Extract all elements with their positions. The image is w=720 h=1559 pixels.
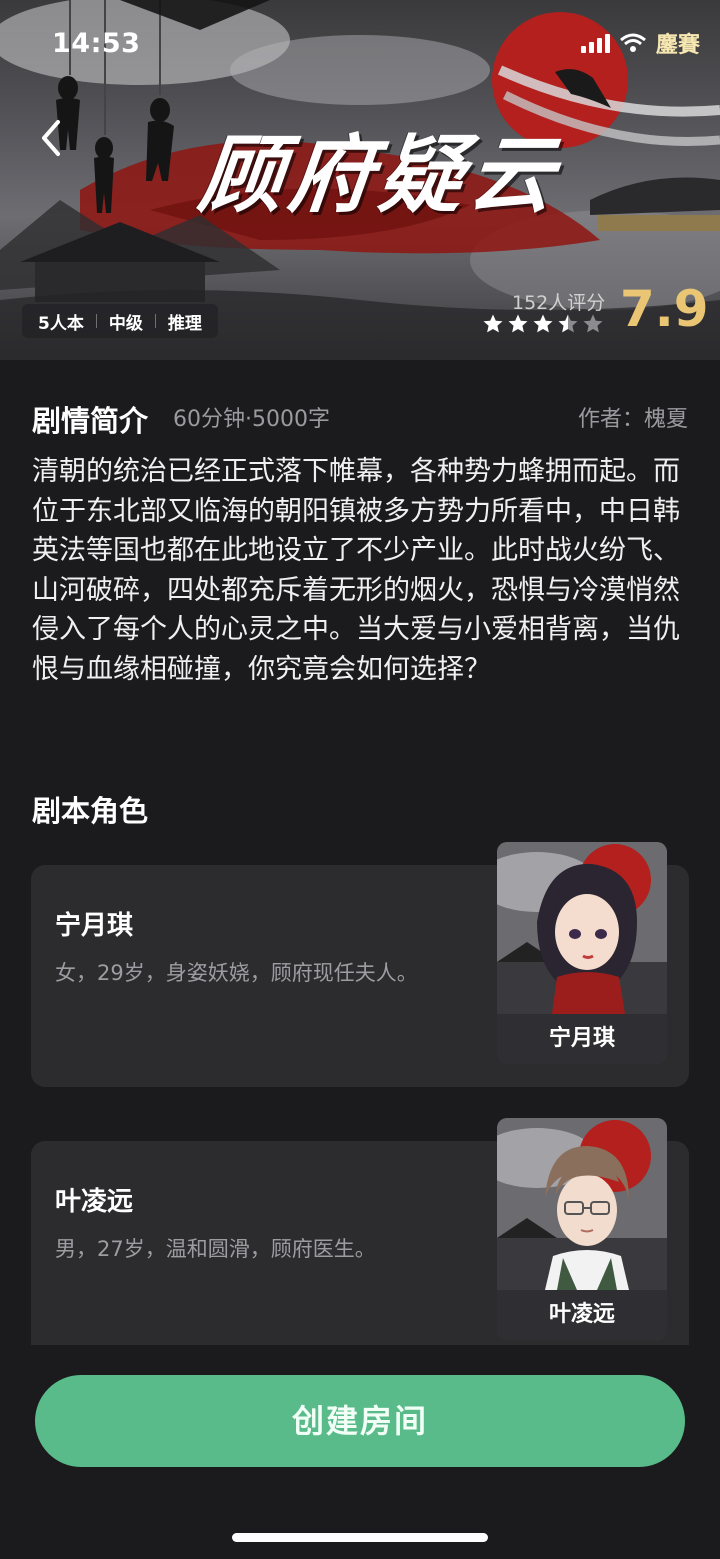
role-portrait[interactable]: 宁月琪 xyxy=(497,842,667,1064)
roles-heading: 剧本角色 xyxy=(32,794,149,828)
star-icon xyxy=(483,314,503,333)
role-description: 男，27岁，温和圆滑，顾府医生。 xyxy=(55,1237,376,1261)
signal-icon xyxy=(580,33,610,53)
wifi-icon xyxy=(620,33,646,52)
home-indicator xyxy=(232,1533,488,1542)
star-icon xyxy=(508,314,528,333)
tag-difficulty: 中级 xyxy=(108,313,143,334)
status-time: 14:53 xyxy=(52,28,141,59)
create-room-button[interactable]: 创建房间 xyxy=(35,1375,685,1467)
character-portrait-image xyxy=(497,842,667,1014)
tag-genre: 推理 xyxy=(167,313,202,334)
star-icon xyxy=(533,314,553,333)
rating-stars xyxy=(482,313,604,335)
role-name: 叶凌远 xyxy=(55,1187,134,1217)
role-name: 宁月琪 xyxy=(55,911,134,941)
synopsis-text: 清朝的统治已经正式落下帷幕，各种势力蜂拥而起。而位于东北部又临海的朝阳镇被多方势… xyxy=(32,456,680,685)
tag-divider xyxy=(154,314,156,328)
rating-score: 7.9 xyxy=(620,280,709,338)
star-icon xyxy=(558,314,578,333)
back-arrow-icon[interactable] xyxy=(34,118,68,158)
author-label: 作者：槐夏 xyxy=(577,407,688,432)
role-description: 女，29岁，身姿妖娆，顾府现任夫人。 xyxy=(55,961,418,985)
cover-banner: 14:53 鏖賽 顾府疑云 5人本 中级 推理 152人评分 7.9 xyxy=(0,0,720,360)
portrait-label: 叶凌远 xyxy=(497,1290,667,1340)
status-indicators: 鏖賽 xyxy=(580,28,700,58)
script-title: 顾府疑云 xyxy=(194,125,565,224)
battery-indicator: 鏖賽 xyxy=(655,33,700,58)
star-icon xyxy=(583,314,603,333)
synopsis-heading: 剧情简介 xyxy=(32,404,149,438)
role-portrait[interactable]: 叶凌远 xyxy=(497,1118,667,1340)
synopsis-meta: 60分钟·5000字 xyxy=(173,407,330,432)
tag-divider xyxy=(95,314,97,328)
character-portrait-image xyxy=(497,1118,667,1290)
tag-players: 5人本 xyxy=(38,313,84,334)
rating-count: 152人评分 xyxy=(512,292,606,314)
script-tags: 5人本 中级 推理 xyxy=(22,304,218,338)
portrait-label: 宁月琪 xyxy=(497,1014,667,1064)
